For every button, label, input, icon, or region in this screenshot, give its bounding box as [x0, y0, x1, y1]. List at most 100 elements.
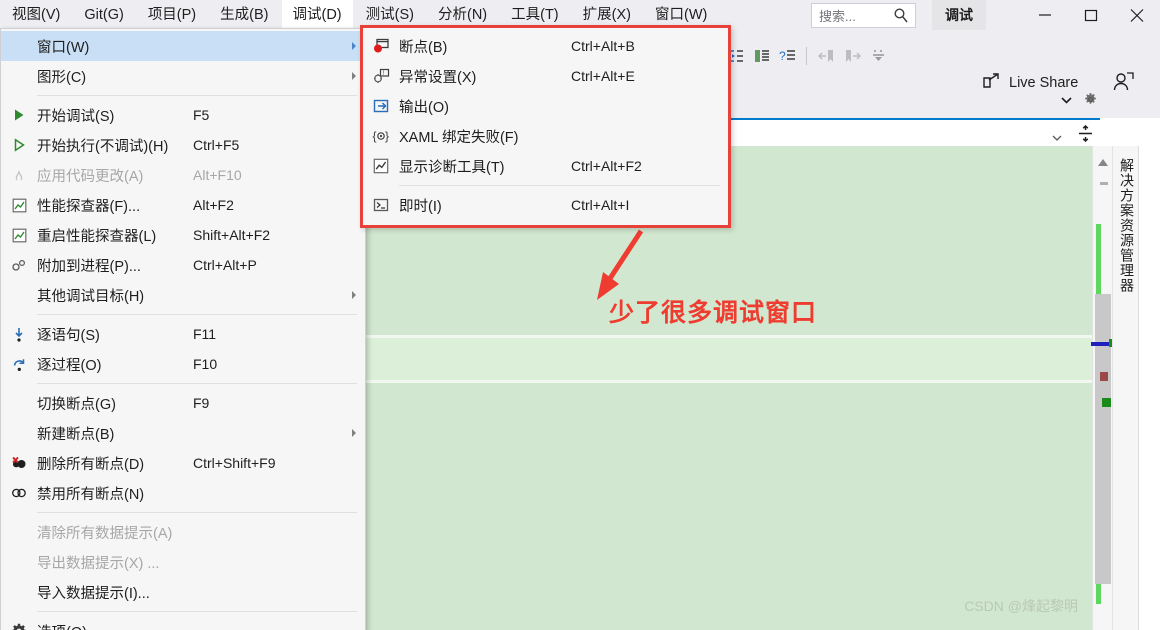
menubar-item-view[interactable]: 视图(V) — [1, 0, 71, 30]
step-over-icon — [1, 349, 37, 379]
exception-settings-icon: ! — [363, 61, 399, 91]
submenu-item-xaml-binding-failures[interactable]: { } XAML 绑定失败(F) — [363, 121, 728, 151]
windows-submenu[interactable]: 断点(B) Ctrl+Alt+B ! 异常设置(X) Ctrl+Alt+E 输出… — [360, 25, 731, 228]
scroll-mark-green-2 — [1102, 398, 1111, 407]
menu-item-label: 禁用所有断点(N) — [37, 486, 145, 503]
live-share-label: Live Share — [1009, 75, 1079, 91]
minimize-button[interactable] — [1022, 0, 1068, 30]
menu-item-label: 性能探查器(F)... — [37, 198, 141, 215]
breakpoints-window-icon — [363, 31, 399, 61]
account-icon[interactable] — [1112, 72, 1134, 97]
menu-item-export-datatips: 导出数据提示(X) ... — [1, 547, 365, 577]
right-gutter — [1138, 146, 1160, 630]
editor-vertical-scrollbar[interactable] — [1091, 146, 1117, 630]
comment-selection-icon[interactable]: ? — [774, 44, 800, 68]
menu-icon-blank — [1, 577, 37, 607]
menu-item-shortcut: Ctrl+Shift+F9 — [193, 455, 276, 471]
menu-item-disable-all-breakpoints[interactable]: 禁用所有断点(N) — [1, 478, 365, 508]
menubar-item-git[interactable]: Git(G) — [73, 0, 134, 30]
menu-item-delete-all-breakpoints[interactable]: 删除所有断点(D) Ctrl+Shift+F9 — [1, 448, 365, 478]
chevron-down-icon[interactable] — [1060, 93, 1073, 111]
submenu-item-label: XAML 绑定失败(F) — [399, 129, 519, 146]
menu-item-shortcut: F9 — [193, 395, 210, 411]
split-window-icon[interactable] — [1070, 124, 1100, 142]
menu-item-label: 图形(C) — [37, 69, 87, 86]
format-document-icon[interactable] — [748, 44, 774, 68]
annotation-text: 少了很多调试窗口 — [609, 299, 818, 327]
search-input[interactable]: 搜索... — [811, 2, 916, 28]
menu-item-relaunch-performance-profiler[interactable]: 重启性能探查器(L) Shift+Alt+F2 — [1, 220, 365, 250]
menu-item-label: 切换断点(G) — [37, 396, 116, 413]
submenu-item-exception-settings[interactable]: ! 异常设置(X) Ctrl+Alt+E — [363, 61, 728, 91]
menu-item-apply-code-changes: 应用代码更改(A) Alt+F10 — [1, 160, 365, 190]
menu-item-shortcut: F10 — [193, 356, 218, 372]
menu-item-label: 应用代码更改(A) — [37, 168, 144, 185]
menu-item-label: 开始调试(S) — [37, 108, 115, 125]
menubar-item-build[interactable]: 生成(B) — [209, 0, 279, 30]
submenu-item-shortcut: Ctrl+Alt+F2 — [571, 158, 642, 174]
search-icon[interactable] — [893, 7, 909, 25]
menu-item-other-debug-targets[interactable]: 其他调试目标(H) — [1, 280, 365, 310]
submenu-item-label: 异常设置(X) — [399, 69, 477, 86]
svg-text:?: ? — [779, 49, 786, 63]
solution-explorer-tab[interactable]: 解决方案资源管理器 — [1112, 146, 1138, 630]
attach-process-icon — [1, 250, 37, 280]
scroll-up-arrow-icon[interactable] — [1097, 154, 1109, 172]
performance-profiler-icon — [1, 220, 37, 250]
menu-item-label: 其他调试目标(H) — [37, 288, 145, 305]
debug-config-chip[interactable]: 调试 — [932, 0, 986, 30]
document-tools — [1060, 92, 1098, 112]
menubar-item-debug[interactable]: 调试(D) — [281, 0, 353, 30]
menu-item-label: 导出数据提示(X) ... — [37, 555, 160, 572]
menu-icon-blank — [1, 388, 37, 418]
menu-icon-blank — [1, 547, 37, 577]
menu-item-new-breakpoint[interactable]: 新建断点(B) — [1, 418, 365, 448]
xaml-binding-failures-icon: { } — [363, 121, 399, 151]
scrollbar-thumb[interactable] — [1095, 294, 1111, 584]
live-share-button[interactable]: Live Share — [982, 72, 1078, 94]
menu-item-label: 重启性能探查器(L) — [37, 228, 157, 245]
debug-menu[interactable]: 窗口(W) 图形(C) 开始调试(S) F5 开始执行(不调试)(H) Ctrl… — [0, 28, 366, 630]
menu-item-label: 导入数据提示(I)... — [37, 585, 150, 602]
menu-item-performance-profiler[interactable]: 性能探查器(F)... Alt+F2 — [1, 190, 365, 220]
menu-item-start-without-debugging[interactable]: 开始执行(不调试)(H) Ctrl+F5 — [1, 130, 365, 160]
menu-icon-blank — [1, 61, 37, 91]
step-into-icon — [1, 319, 37, 349]
diagnostic-tools-icon — [363, 151, 399, 181]
disable-all-breakpoints-icon — [1, 478, 37, 508]
menu-item-start-debugging[interactable]: 开始调试(S) F5 — [1, 100, 365, 130]
menu-item-label: 删除所有断点(D) — [37, 456, 145, 473]
menu-item-label: 清除所有数据提示(A) — [37, 525, 173, 542]
close-button[interactable] — [1114, 0, 1160, 30]
submenu-item-immediate[interactable]: 即时(I) Ctrl+Alt+I — [363, 190, 728, 220]
submenu-item-output[interactable]: 输出(O) — [363, 91, 728, 121]
menu-item-attach-to-process[interactable]: 附加到进程(P)... Ctrl+Alt+P — [1, 250, 365, 280]
menu-icon-blank — [1, 31, 37, 61]
csdn-watermark: CSDN @烽起黎明 — [964, 598, 1078, 614]
menu-item-step-over[interactable]: 逐过程(O) F10 — [1, 349, 365, 379]
submenu-item-shortcut: Ctrl+Alt+B — [571, 38, 635, 54]
submenu-item-shortcut: Ctrl+Alt+E — [571, 68, 635, 84]
menu-item-windows[interactable]: 窗口(W) — [1, 31, 365, 61]
solution-explorer-tab-label: 解决方案资源管理器 — [1119, 158, 1135, 293]
scroll-marker — [1100, 182, 1108, 185]
submenu-item-label: 输出(O) — [399, 99, 449, 116]
chevron-down-icon[interactable] — [1052, 129, 1062, 145]
menu-item-toggle-breakpoint[interactable]: 切换断点(G) F9 — [1, 388, 365, 418]
menu-item-graphics[interactable]: 图形(C) — [1, 61, 365, 91]
delete-all-breakpoints-icon — [1, 448, 37, 478]
submenu-item-breakpoints[interactable]: 断点(B) Ctrl+Alt+B — [363, 31, 728, 61]
submenu-item-show-diagnostic-tools[interactable]: 显示诊断工具(T) Ctrl+Alt+F2 — [363, 151, 728, 181]
menu-item-import-datatips[interactable]: 导入数据提示(I)... — [1, 577, 365, 607]
menu-item-step-into[interactable]: 逐语句(S) F11 — [1, 319, 365, 349]
maximize-button[interactable] — [1068, 0, 1114, 30]
menubar-item-project[interactable]: 项目(P) — [137, 0, 207, 30]
menu-item-shortcut: F11 — [193, 326, 217, 342]
menu-icon-blank — [1, 418, 37, 448]
bookmark-previous-icon — [813, 44, 839, 68]
menu-item-options[interactable]: 选项(O)... — [1, 616, 365, 630]
gear-icon[interactable] — [1083, 92, 1098, 112]
menu-item-label: 新建断点(B) — [37, 426, 115, 443]
menu-icon-blank — [1, 517, 37, 547]
menu-item-clear-all-datatips: 清除所有数据提示(A) — [1, 517, 365, 547]
